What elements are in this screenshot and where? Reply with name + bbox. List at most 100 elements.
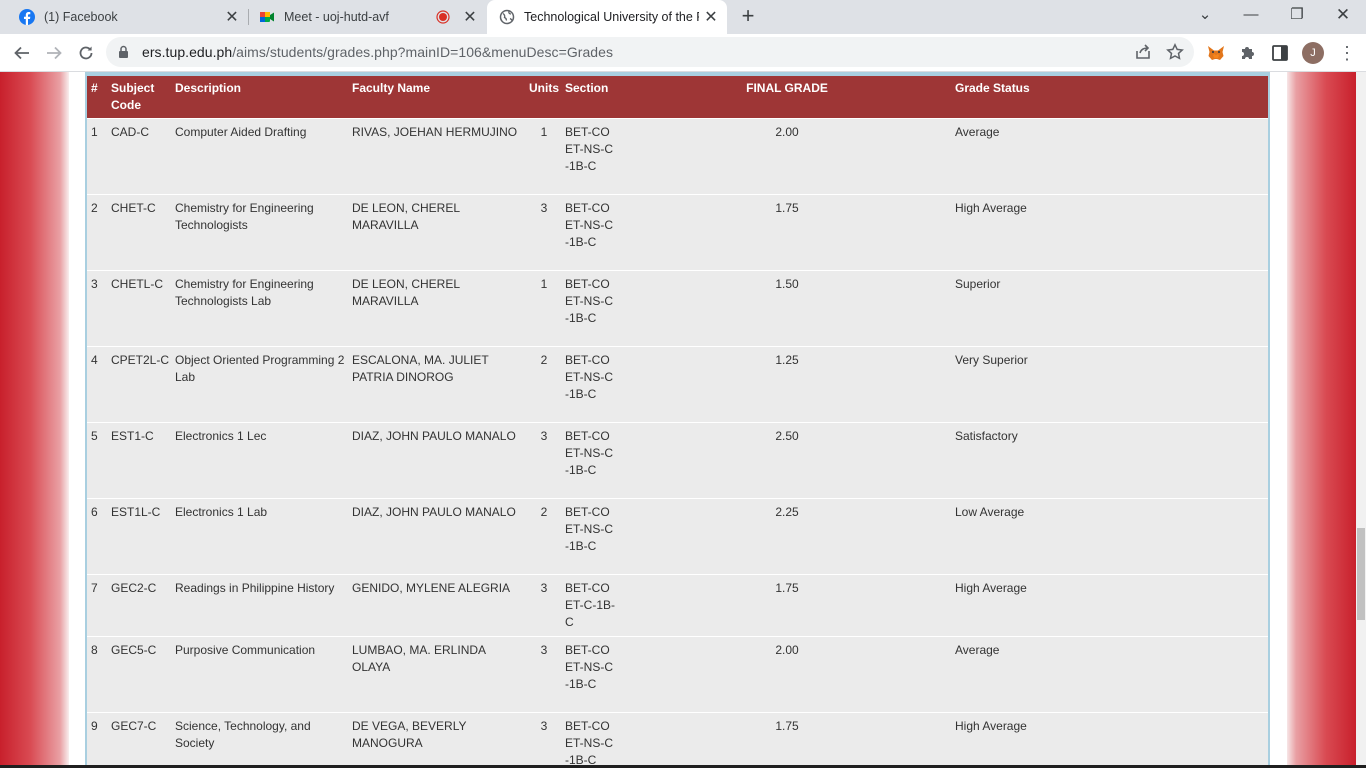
extensions-puzzle-icon[interactable] xyxy=(1238,43,1258,63)
cell-subject-code: EST1L-C xyxy=(107,498,171,575)
cell-section: BET-COET-NS-C-1B-C xyxy=(561,118,617,195)
minimize-button[interactable]: — xyxy=(1228,0,1274,30)
cell-num: 6 xyxy=(87,498,107,575)
forward-button[interactable] xyxy=(40,39,68,67)
cell-grade-status: Very Superior xyxy=(955,346,1268,423)
metamask-icon[interactable] xyxy=(1206,43,1226,63)
tab-title: (1) Facebook xyxy=(44,10,118,24)
back-button[interactable] xyxy=(8,39,36,67)
cell-description: Object Oriented Programming 2 Lab xyxy=(171,346,348,423)
cell-final-grade: 2.00 xyxy=(617,118,955,195)
forward-arrow-icon xyxy=(47,46,62,60)
close-window-button[interactable]: ✕ xyxy=(1320,0,1366,30)
cell-faculty: LUMBAO, MA. ERLINDA OLAYA xyxy=(348,636,525,713)
tab-title: Meet - uoj-hutd-avf xyxy=(284,10,389,24)
cell-units: 3 xyxy=(525,194,561,271)
tab-tup[interactable]: Technological University of the Philippi… xyxy=(487,0,727,34)
cell-faculty: RIVAS, JOEHAN HERMUJINO xyxy=(348,118,525,195)
bookmark-star-icon[interactable] xyxy=(1166,43,1184,61)
table-row: 9 GEC7-C Science, Technology, and Society D… xyxy=(87,712,1268,768)
cell-num: 5 xyxy=(87,422,107,499)
cell-units: 3 xyxy=(525,636,561,713)
cell-grade-status: Average xyxy=(955,118,1268,195)
cell-num: 7 xyxy=(87,574,107,637)
cell-num: 3 xyxy=(87,270,107,347)
cell-grade-status: Average xyxy=(955,636,1268,713)
cell-section: BET-COET-NS-C-1B-C xyxy=(561,422,617,499)
cell-section: BET-COET-NS-C-1B-C xyxy=(561,712,617,768)
tab-strip: (1) Facebook ✕ Meet - uoj-hutd-avf ✕ Tec… xyxy=(0,0,1366,34)
cell-subject-code: GEC2-C xyxy=(107,574,171,637)
share-icon[interactable] xyxy=(1134,43,1152,61)
content-panel: # Subject Code Description Faculty Name … xyxy=(69,72,1287,768)
page-background: # Subject Code Description Faculty Name … xyxy=(0,72,1356,768)
cell-description: Computer Aided Drafting xyxy=(171,118,348,195)
cell-faculty: DIAZ, JOHN PAULO MANALO xyxy=(348,498,525,575)
col-header-description: Description xyxy=(171,76,348,119)
col-header-num: # xyxy=(87,76,107,119)
grades-table-container: # Subject Code Description Faculty Name … xyxy=(85,72,1270,768)
cell-final-grade: 1.25 xyxy=(617,346,955,423)
avatar[interactable]: J xyxy=(1302,42,1324,64)
tab-search-icon[interactable]: ⌄ xyxy=(1182,0,1228,30)
cell-faculty: GENIDO, MYLENE ALEGRIA xyxy=(348,574,525,637)
cell-subject-code: CAD-C xyxy=(107,118,171,195)
url-text[interactable]: ers.tup.edu.ph/aims/students/grades.php?… xyxy=(142,44,613,60)
close-icon[interactable]: ✕ xyxy=(458,7,482,27)
col-header-final-grade: FINAL GRADE xyxy=(617,76,955,119)
tab-title: Technological University of the Philippi… xyxy=(524,10,699,24)
scrollbar-thumb[interactable] xyxy=(1357,528,1365,620)
cell-grade-status: Low Average xyxy=(955,498,1268,575)
cell-faculty: DE LEON, CHEREL MARAVILLA xyxy=(348,270,525,347)
cell-final-grade: 1.75 xyxy=(617,194,955,271)
table-row: 3 CHETL-C Chemistry for Engineering Techno… xyxy=(87,270,1268,347)
table-row: 5 EST1-C Electronics 1 Lec DIAZ, JOHN PAULO… xyxy=(87,422,1268,499)
table-row: 7 GEC2-C Readings in Philippine History GEN… xyxy=(87,574,1268,637)
cell-units: 3 xyxy=(525,712,561,768)
reload-icon xyxy=(79,46,93,60)
col-header-section: Section xyxy=(561,76,617,119)
page-scrollbar[interactable] xyxy=(1356,72,1366,768)
cell-section: BET-COET-NS-C-1B-C xyxy=(561,636,617,713)
table-body: 1 CAD-C Computer Aided Drafting RIVAS, JOEH… xyxy=(87,118,1268,768)
cell-grade-status: High Average xyxy=(955,712,1268,768)
cell-units: 1 xyxy=(525,270,561,347)
table-row: 2 CHET-C Chemistry for Engineering Technol… xyxy=(87,194,1268,271)
cell-subject-code: CHETL-C xyxy=(107,270,171,347)
cell-grade-status: High Average xyxy=(955,574,1268,637)
cell-grade-status: High Average xyxy=(955,194,1268,271)
recording-icon xyxy=(436,10,450,24)
cell-final-grade: 2.00 xyxy=(617,636,955,713)
cell-units: 1 xyxy=(525,118,561,195)
back-arrow-icon xyxy=(14,46,29,60)
cell-subject-code: CPET2L-C xyxy=(107,346,171,423)
cell-description: Chemistry for Engineering Technologists xyxy=(171,194,348,271)
globe-icon xyxy=(499,9,515,25)
restore-button[interactable]: ❐ xyxy=(1274,0,1320,30)
side-panel-icon[interactable] xyxy=(1270,43,1290,63)
cell-faculty: DE VEGA, BEVERLY MANOGURA xyxy=(348,712,525,768)
cell-section: BET-COET-NS-C-1B-C xyxy=(561,498,617,575)
browser-toolbar: ers.tup.edu.ph/aims/students/grades.php?… xyxy=(0,34,1366,72)
close-icon[interactable]: ✕ xyxy=(699,7,723,27)
cell-section: BET-COET-NS-C-1B-C xyxy=(561,270,617,347)
tab-meet[interactable]: Meet - uoj-hutd-avf ✕ xyxy=(248,0,486,34)
address-bar[interactable]: ers.tup.edu.ph/aims/students/grades.php?… xyxy=(106,37,1194,67)
menu-kebab-icon[interactable]: ⋮ xyxy=(1337,43,1357,63)
col-header-grade-status: Grade Status xyxy=(955,76,1268,119)
cell-faculty: DE LEON, CHEREL MARAVILLA xyxy=(348,194,525,271)
reload-button[interactable] xyxy=(72,39,100,67)
new-tab-button[interactable]: + xyxy=(736,4,760,28)
close-icon[interactable]: ✕ xyxy=(220,7,244,27)
cell-units: 2 xyxy=(525,498,561,575)
url-path: /aims/students/grades.php?mainID=106&men… xyxy=(232,44,614,60)
cell-description: Electronics 1 Lab xyxy=(171,498,348,575)
lock-icon[interactable] xyxy=(118,45,129,59)
table-row: 1 CAD-C Computer Aided Drafting RIVAS, JOEH… xyxy=(87,118,1268,195)
cell-section: BET-COET-NS-C-1B-C xyxy=(561,346,617,423)
cell-description: Readings in Philippine History xyxy=(171,574,348,637)
tab-facebook[interactable]: (1) Facebook ✕ xyxy=(0,0,248,34)
cell-final-grade: 2.50 xyxy=(617,422,955,499)
cell-num: 9 xyxy=(87,712,107,768)
col-header-units: Units xyxy=(525,76,561,119)
